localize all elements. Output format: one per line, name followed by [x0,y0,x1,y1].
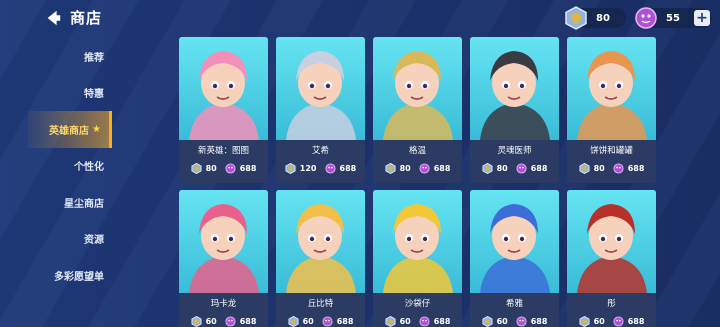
hero-name: 新英雄：图图 [197,146,249,156]
gem-icon [419,316,430,327]
hero-portrait [470,37,559,140]
hero-portrait [470,190,559,293]
hero-portrait [567,37,656,140]
gold-coin-icon [191,316,202,327]
hero-portrait [179,190,268,293]
sidebar-item-stardust-shop[interactable]: 星尘商店 [28,184,112,221]
gem-price: 688 [339,164,357,173]
gold-coin-icon [482,316,493,327]
hero-card[interactable]: 艾希 120 688 [276,37,365,183]
gem-icon [613,163,624,174]
gem-icon [613,316,624,327]
hero-name: 灵魂医师 [497,146,532,156]
hero-name: 格温 [408,146,426,156]
gold-price: 120 [299,164,317,173]
hero-portrait [373,37,462,140]
hero-name: 希雅 [505,299,523,309]
gem-price: 688 [530,164,548,173]
gold-price: 80 [205,164,217,173]
star-icon: ★ [92,123,101,135]
gem-price: 688 [433,317,451,326]
gem-price: 688 [627,317,645,326]
sidebar-item-deals[interactable]: 特惠 [28,75,112,112]
hero-name: 艾希 [311,146,329,156]
hero-name: 饼饼和罐罐 [590,146,633,156]
gem-icon [324,163,336,174]
gem-price: 688 [239,317,257,326]
gold-price: 80 [399,164,411,173]
hero-price: 80 688 [470,163,559,174]
gem-amount: 55 [666,12,680,24]
hero-card[interactable]: 格温 80 688 [373,37,462,183]
back-button[interactable]: 商店 [44,7,102,28]
gem-icon [635,7,657,29]
hero-price: 120 688 [276,163,365,174]
gem-price: 688 [627,164,645,173]
hero-card[interactable]: 饼饼和罐罐 80 688 [567,37,656,183]
gold-price: 60 [302,317,314,326]
gold-price: 60 [593,317,605,326]
hero-price: 80 688 [373,163,462,174]
gem-price: 688 [239,164,257,173]
gold-coin-icon [565,6,587,30]
gold-coin-icon [285,163,296,174]
gold-currency: 80 [565,6,626,30]
gold-coin-icon [579,316,590,327]
gem-icon [225,316,236,327]
gold-coin-icon [579,163,590,174]
gold-coin-icon [482,163,493,174]
gem-icon [322,316,333,327]
gem-icon [516,316,527,327]
hero-card[interactable]: 沙袋仔 60 688 [373,190,462,327]
gold-coin-icon [385,163,396,174]
gold-amount: 80 [596,12,610,24]
hero-card[interactable]: 灵魂医师 80 688 [470,37,559,183]
hero-price: 60 688 [276,316,365,327]
gold-price: 80 [496,164,508,173]
gold-price: 60 [205,317,217,326]
gem-price: 688 [336,317,354,326]
sidebar-item-wishlist[interactable]: 多彩愿望单 [28,257,112,294]
hero-price: 60 688 [470,316,559,327]
hero-portrait [373,190,462,293]
hero-card[interactable]: 丘比特 60 688 [276,190,365,327]
hero-name: 彤 [607,299,616,309]
gem-price: 688 [433,164,451,173]
add-gem-button[interactable]: + [694,10,710,26]
hero-name: 丘比特 [307,299,334,309]
gold-price: 80 [593,164,605,173]
gem-icon [225,163,236,174]
hero-portrait [179,37,268,140]
gem-icon [419,163,430,174]
hero-price: 60 688 [567,316,656,327]
gold-price: 60 [399,317,411,326]
hero-card[interactable]: 彤 60 688 [567,190,656,327]
hero-price: 60 688 [373,316,462,327]
hero-card[interactable]: 新英雄：图图 80 688 [179,37,268,183]
gem-icon [516,163,527,174]
sidebar-item-hero-shop[interactable]: 英雄商店 ★ [28,111,112,148]
hero-card[interactable]: 希雅 60 688 [470,190,559,327]
gold-coin-icon [288,316,299,327]
hero-name: 沙袋仔 [404,299,431,309]
hero-price: 80 688 [179,163,268,174]
gem-price: 688 [530,317,548,326]
sidebar-item-recommend[interactable]: 推荐 [28,38,112,75]
back-arrow-icon [47,10,61,25]
hero-price: 60 688 [179,316,268,327]
hero-portrait [276,37,365,140]
sidebar-item-personalize[interactable]: 个性化 [28,148,112,185]
hero-card[interactable]: 玛卡龙 60 688 [179,190,268,327]
page-title: 商店 [70,9,103,27]
hero-portrait [276,190,365,293]
shop-sidebar: 推荐 特惠 英雄商店 ★ 个性化 星尘商店 资源 多彩愿望单 [28,38,112,294]
sidebar-item-resources[interactable]: 资源 [28,221,112,258]
hero-portrait [567,190,656,293]
hero-name: 玛卡龙 [210,299,237,309]
hero-price: 80 688 [567,163,656,174]
gold-price: 60 [496,317,508,326]
gold-coin-icon [385,316,396,327]
gem-currency: 55 + [635,7,712,29]
gold-coin-icon [191,163,202,174]
